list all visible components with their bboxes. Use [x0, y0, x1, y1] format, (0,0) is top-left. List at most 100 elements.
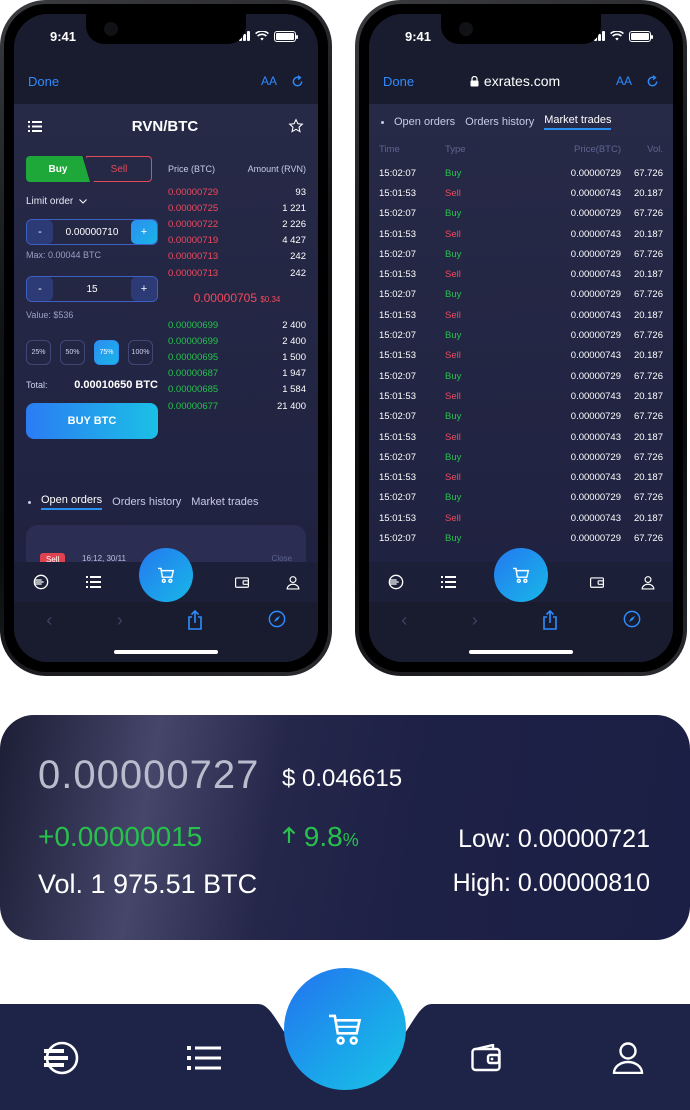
percent-25-button[interactable]: 25%: [26, 340, 51, 365]
cart-button[interactable]: [139, 548, 193, 602]
list-icon[interactable]: [440, 576, 456, 588]
trade-content: RVN/BTC Buy Sell Limit order - 0.0000071…: [14, 104, 318, 562]
back-icon[interactable]: ‹: [46, 610, 52, 662]
trade-row: 15:01:53 Sell 0.00000743 20.187: [369, 427, 673, 447]
forward-icon[interactable]: ›: [472, 610, 478, 662]
tab-open-orders[interactable]: Open orders: [41, 494, 103, 510]
exrates-logo-icon[interactable]: [388, 574, 404, 590]
order-book-row[interactable]: 0.00000685 1 584: [168, 382, 306, 398]
user-icon[interactable]: [286, 575, 300, 590]
percent-50-button[interactable]: 50%: [60, 340, 85, 365]
trade-vol: 67.726: [633, 492, 663, 504]
trade-type: Buy: [445, 411, 462, 423]
wallet-icon[interactable]: [234, 576, 249, 588]
status-time: 9:41: [50, 28, 77, 44]
amount-increase-button[interactable]: +: [131, 277, 157, 301]
order-type-select[interactable]: Limit order: [26, 196, 158, 207]
order-book-row[interactable]: 0.00000695 1 500: [168, 350, 306, 366]
trade-time: 15:02:07: [379, 167, 416, 179]
price-summary-card: 0.00000727 $ 0.046615 +0.00000015 9.8% V…: [0, 715, 690, 940]
phone-notch: [86, 14, 246, 44]
amount-decrease-button[interactable]: -: [27, 277, 53, 301]
order-book-row[interactable]: 0.00000729 93: [168, 184, 306, 200]
order-book-row[interactable]: 0.00000687 1 947: [168, 366, 306, 382]
compass-icon[interactable]: [623, 610, 641, 628]
trade-type: Buy: [445, 208, 462, 220]
book-amount: 21 400: [276, 400, 306, 412]
done-button[interactable]: Done: [28, 74, 59, 89]
order-book-row[interactable]: 0.00000699 2 400: [168, 333, 306, 349]
trade-type: Buy: [445, 330, 462, 342]
order-book-row[interactable]: 0.00000719 4 427: [168, 233, 306, 249]
trade-row: 15:01:53 Sell 0.00000743 20.187: [369, 264, 673, 284]
order-book-row[interactable]: 0.00000699 2 400: [168, 317, 306, 333]
price-decrease-button[interactable]: -: [27, 220, 53, 244]
order-book-row[interactable]: 0.00000713 242: [168, 249, 306, 265]
trade-price: 0.00000743: [570, 390, 621, 402]
compass-icon[interactable]: [268, 610, 286, 628]
nav-profile[interactable]: [608, 1038, 648, 1078]
order-book-row[interactable]: 0.00000722 2 226: [168, 216, 306, 232]
percent-100-button[interactable]: 100%: [128, 340, 153, 365]
trade-time: 15:01:53: [379, 350, 416, 362]
price-input[interactable]: 0.00000710: [66, 227, 119, 238]
orders-tabs: Open orders Orders history Market trades: [14, 490, 272, 514]
share-icon[interactable]: [187, 610, 203, 630]
trade-time: 15:02:07: [379, 370, 416, 382]
trade-vol: 20.187: [633, 269, 663, 281]
trade-price: 0.00000743: [570, 228, 621, 240]
order-book-row[interactable]: 0.00000725 1 221: [168, 200, 306, 216]
user-icon[interactable]: [641, 575, 655, 590]
buy-tab[interactable]: Buy: [26, 156, 90, 182]
book-amount: 2 400: [282, 319, 306, 331]
trade-time: 15:01:53: [379, 309, 416, 321]
nav-home[interactable]: [40, 1038, 80, 1078]
high-price: High: 0.00000810: [452, 869, 650, 897]
tab-market-trades[interactable]: Market trades: [544, 114, 612, 130]
order-book-row[interactable]: 0.00000677 21 400: [168, 398, 306, 414]
tab-market-trades[interactable]: Market trades: [191, 496, 258, 508]
back-icon[interactable]: ‹: [401, 610, 407, 662]
nav-list[interactable]: [184, 1038, 224, 1078]
order-book-row[interactable]: 0.00000713 242: [168, 265, 306, 281]
trade-vol: 67.726: [633, 451, 663, 463]
nav-cart-button[interactable]: [284, 968, 406, 1090]
done-button[interactable]: Done: [383, 74, 414, 89]
cart-icon: [513, 567, 530, 583]
star-icon[interactable]: [288, 118, 304, 134]
cart-button[interactable]: [494, 548, 548, 602]
percent-75-button[interactable]: 75%: [94, 340, 119, 365]
trade-type: Sell: [445, 512, 461, 524]
order-type-label: Limit order: [26, 196, 74, 207]
share-icon[interactable]: [542, 610, 558, 630]
address-bar[interactable]: exrates.com: [470, 73, 560, 89]
nav-wallet[interactable]: [466, 1038, 506, 1078]
wallet-icon[interactable]: [589, 576, 604, 588]
book-amount: 93: [295, 186, 306, 198]
exrates-logo-icon[interactable]: [33, 574, 49, 590]
amount-input[interactable]: 15: [86, 284, 97, 295]
reload-icon[interactable]: [291, 74, 304, 88]
trade-price: 0.00000729: [570, 208, 621, 220]
list-icon[interactable]: [85, 576, 101, 588]
price-change-percent: 9.8%: [282, 821, 359, 853]
order-close-button[interactable]: Close: [272, 554, 292, 562]
text-size-button[interactable]: AA: [261, 74, 277, 88]
tab-orders-history[interactable]: Orders history: [465, 116, 534, 128]
text-size-button[interactable]: AA: [616, 74, 632, 88]
trade-row: 15:02:07 Buy 0.00000729 67.726: [369, 488, 673, 508]
sell-tab[interactable]: Sell: [86, 156, 152, 182]
tab-open-orders[interactable]: Open orders: [394, 116, 455, 128]
reload-icon[interactable]: [646, 74, 659, 88]
forward-icon[interactable]: ›: [117, 610, 123, 662]
battery-icon: [274, 30, 298, 42]
price-increase-button[interactable]: +: [131, 220, 157, 244]
trade-row: 15:02:07 Buy 0.00000729 67.726: [369, 407, 673, 427]
buy-btc-button[interactable]: BUY BTC: [26, 403, 158, 439]
browser-toolbar: Done AA: [14, 58, 318, 104]
trade-price: 0.00000729: [570, 248, 621, 260]
left-phone: 9:41 Done AA RVN/BTC Buy Sell Limit orde…: [0, 0, 332, 676]
trade-price: 0.00000729: [570, 289, 621, 301]
tab-orders-history[interactable]: Orders history: [112, 496, 181, 508]
menu-icon[interactable]: [28, 120, 42, 132]
